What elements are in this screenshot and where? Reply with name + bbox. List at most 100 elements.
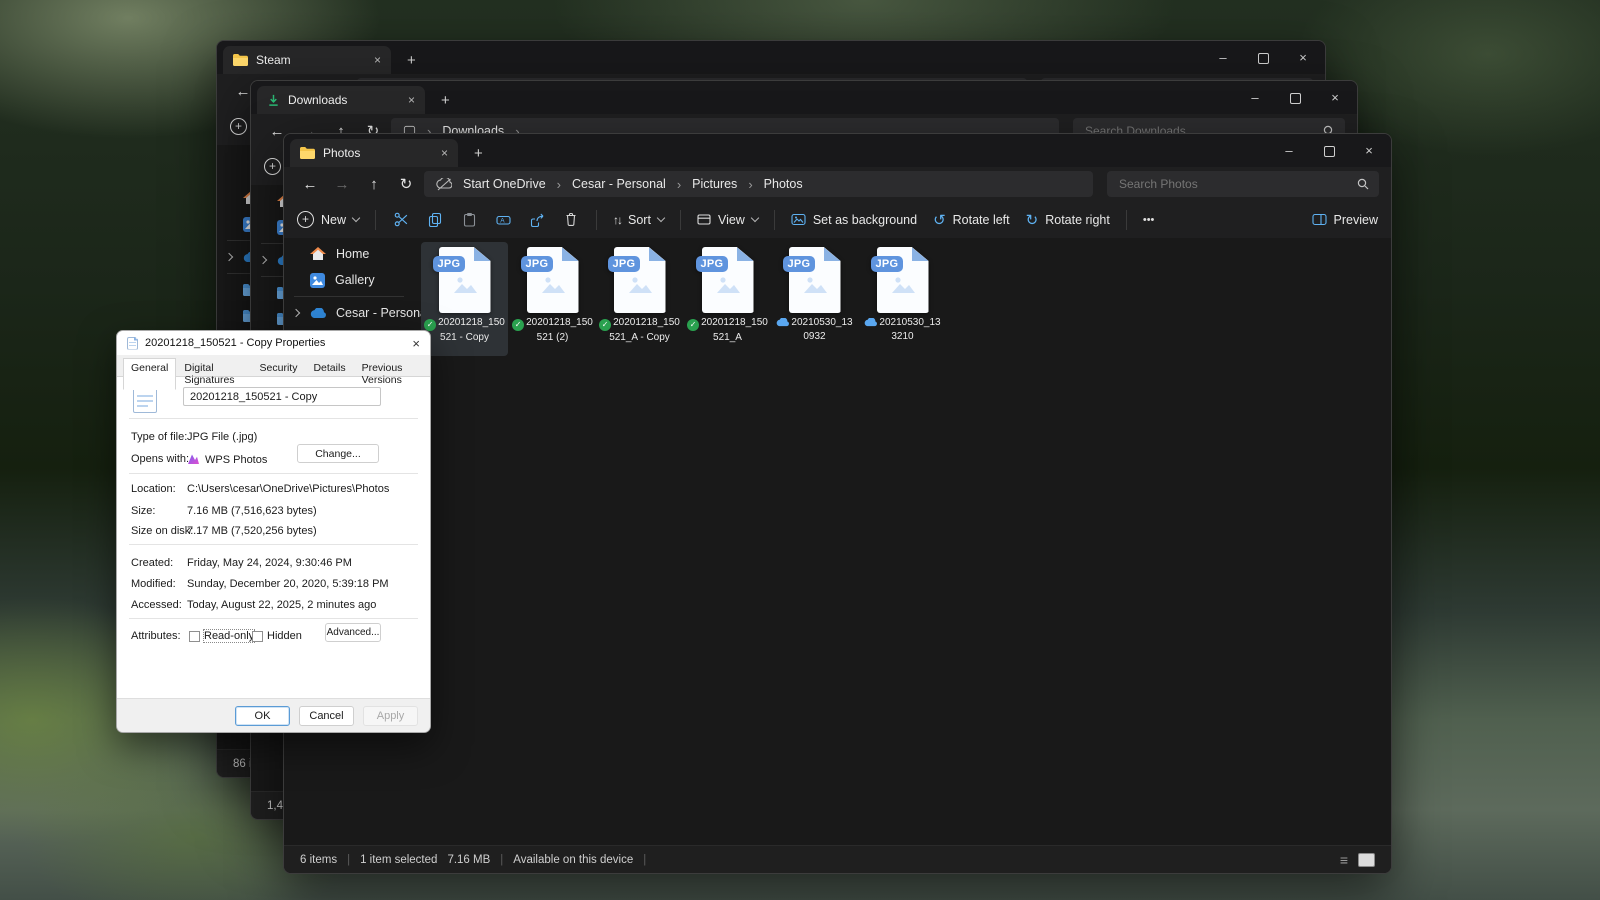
status-divider: |: [643, 854, 646, 866]
chevron-right-icon[interactable]: [259, 256, 267, 264]
new-tab-button[interactable]: +: [441, 93, 450, 108]
forward-button[interactable]: →: [328, 176, 356, 193]
view-button[interactable]: View: [697, 213, 758, 227]
up-button[interactable]: ↑: [360, 176, 388, 193]
tab-downloads[interactable]: Downloads ×: [257, 86, 425, 114]
file-tile[interactable]: JPG ✓20201218_150521 (2): [509, 242, 596, 356]
photos-explorer-window: Photos × + – × ← → ↑ ↻ Start OneDrive › …: [283, 133, 1392, 874]
hidden-label[interactable]: Hidden: [267, 630, 302, 642]
tab-strip: Steam × + – ×: [217, 41, 1325, 74]
sidebar-item-onedrive[interactable]: Cesar - Personal: [284, 300, 414, 326]
cloud-status-icon: [776, 318, 789, 327]
back-button[interactable]: ←: [296, 176, 324, 193]
tab-close-icon[interactable]: ×: [408, 93, 415, 107]
close-button[interactable]: ×: [1349, 134, 1389, 167]
rotate-left-label: Rotate left: [953, 213, 1010, 227]
tab-close-icon[interactable]: ×: [441, 146, 448, 160]
refresh-button[interactable]: ↻: [392, 175, 420, 193]
jpg-badge: JPG: [783, 256, 816, 272]
svg-text:A: A: [500, 217, 505, 224]
set-as-background-button[interactable]: Set as background: [791, 213, 917, 227]
ok-button[interactable]: OK: [235, 706, 290, 726]
file-name: ✓20201218_150521_A - Copy: [596, 316, 683, 345]
file-tile[interactable]: JPG ✓20201218_150521 - Copy: [421, 242, 508, 356]
filename-input[interactable]: [183, 387, 381, 406]
sidebar-item-home[interactable]: Home: [284, 241, 414, 267]
jpg-badge: JPG: [433, 256, 466, 272]
sidebar-item-gallery[interactable]: Gallery: [284, 267, 414, 293]
close-button[interactable]: ×: [1315, 81, 1355, 114]
file-name: ✓20201218_150521 (2): [509, 316, 596, 345]
close-button[interactable]: ×: [1283, 41, 1323, 74]
apply-button[interactable]: Apply: [363, 706, 418, 726]
file-tile[interactable]: JPG ✓20201218_150521_A - Copy: [596, 242, 683, 356]
synced-icon: ✓: [599, 319, 611, 331]
minimize-button[interactable]: –: [1235, 81, 1275, 114]
tab-general[interactable]: General: [123, 358, 176, 390]
toolbar-divider: [375, 210, 376, 230]
breadcrumb-item[interactable]: Photos: [764, 177, 803, 191]
new-label: New: [321, 213, 346, 227]
field-label: Accessed:: [131, 599, 182, 611]
breadcrumb-item[interactable]: Start OneDrive: [463, 177, 546, 191]
file-tile[interactable]: JPG 20210530_133210: [859, 242, 946, 356]
chevron-down-icon: [751, 214, 759, 222]
tab-previous-versions[interactable]: Previous Versions: [354, 358, 430, 389]
new-tab-button[interactable]: +: [474, 146, 483, 161]
tab-photos[interactable]: Photos ×: [290, 139, 458, 167]
search-input[interactable]: [1117, 176, 1357, 192]
field-label: Location:: [131, 483, 176, 495]
tab-digital-signatures[interactable]: Digital Signatures: [176, 358, 251, 389]
minimize-button[interactable]: –: [1269, 134, 1309, 167]
maximize-button[interactable]: [1243, 41, 1283, 74]
chevron-down-icon: [657, 214, 665, 222]
window-controls: – ×: [1203, 41, 1323, 74]
file-name: ✓20201218_150521_A: [684, 316, 771, 345]
maximize-button[interactable]: [1275, 81, 1315, 114]
chevron-right-icon[interactable]: [225, 253, 233, 261]
minimize-button[interactable]: –: [1203, 41, 1243, 74]
general-tab-page: Type of file: JPG File (.jpg) Opens with…: [117, 376, 430, 699]
delete-icon[interactable]: [562, 212, 580, 227]
hidden-checkbox[interactable]: [252, 631, 263, 642]
jpg-badge: JPG: [871, 256, 904, 272]
share-icon[interactable]: [528, 213, 546, 227]
search-box[interactable]: [1107, 171, 1379, 197]
paste-icon[interactable]: [460, 212, 478, 227]
close-icon[interactable]: ×: [412, 336, 420, 351]
chevron-right-icon[interactable]: [292, 309, 300, 317]
tab-details[interactable]: Details: [305, 358, 353, 389]
copy-icon[interactable]: [426, 212, 444, 227]
sort-button[interactable]: ↑↓ Sort: [613, 213, 664, 227]
tab-security[interactable]: Security: [252, 358, 306, 389]
tab-close-icon[interactable]: ×: [374, 53, 381, 67]
maximize-icon: [1324, 146, 1335, 157]
thumbnail-view-icon[interactable]: [1358, 853, 1375, 867]
maximize-button[interactable]: [1309, 134, 1349, 167]
more-options-button[interactable]: •••: [1143, 214, 1155, 226]
tab-steam[interactable]: Steam ×: [223, 46, 391, 74]
status-bar: 6 items | 1 item selected 7.16 MB | Avai…: [284, 845, 1391, 873]
file-tile[interactable]: JPG ✓20201218_150521_A: [684, 242, 771, 356]
new-button[interactable]: + New: [297, 211, 359, 228]
jpg-badge: JPG: [608, 256, 641, 272]
cloud-status-icon: [864, 318, 877, 327]
cancel-button[interactable]: Cancel: [299, 706, 354, 726]
change-button[interactable]: Change...: [297, 444, 379, 463]
readonly-checkbox[interactable]: [189, 631, 200, 642]
breadcrumb-item[interactable]: Pictures: [692, 177, 737, 191]
rename-icon[interactable]: A: [494, 213, 512, 227]
rotate-right-button[interactable]: ↻ Rotate right: [1026, 211, 1110, 229]
breadcrumb-item[interactable]: Cesar - Personal: [572, 177, 666, 191]
readonly-label[interactable]: Read-only: [204, 630, 254, 642]
address-bar[interactable]: Start OneDrive › Cesar - Personal › Pict…: [424, 171, 1093, 197]
breadcrumb-separator: ›: [557, 177, 561, 192]
new-tab-button[interactable]: +: [407, 53, 416, 68]
preview-button[interactable]: Preview: [1312, 213, 1378, 227]
rotate-left-button[interactable]: ↺ Rotate left: [933, 211, 1010, 229]
cut-icon[interactable]: [392, 212, 410, 227]
details-view-icon[interactable]: ≡: [1340, 852, 1348, 868]
file-tile[interactable]: JPG 20210530_130932: [771, 242, 858, 356]
advanced-button[interactable]: Advanced...: [325, 623, 381, 642]
gallery-icon: [310, 273, 325, 288]
